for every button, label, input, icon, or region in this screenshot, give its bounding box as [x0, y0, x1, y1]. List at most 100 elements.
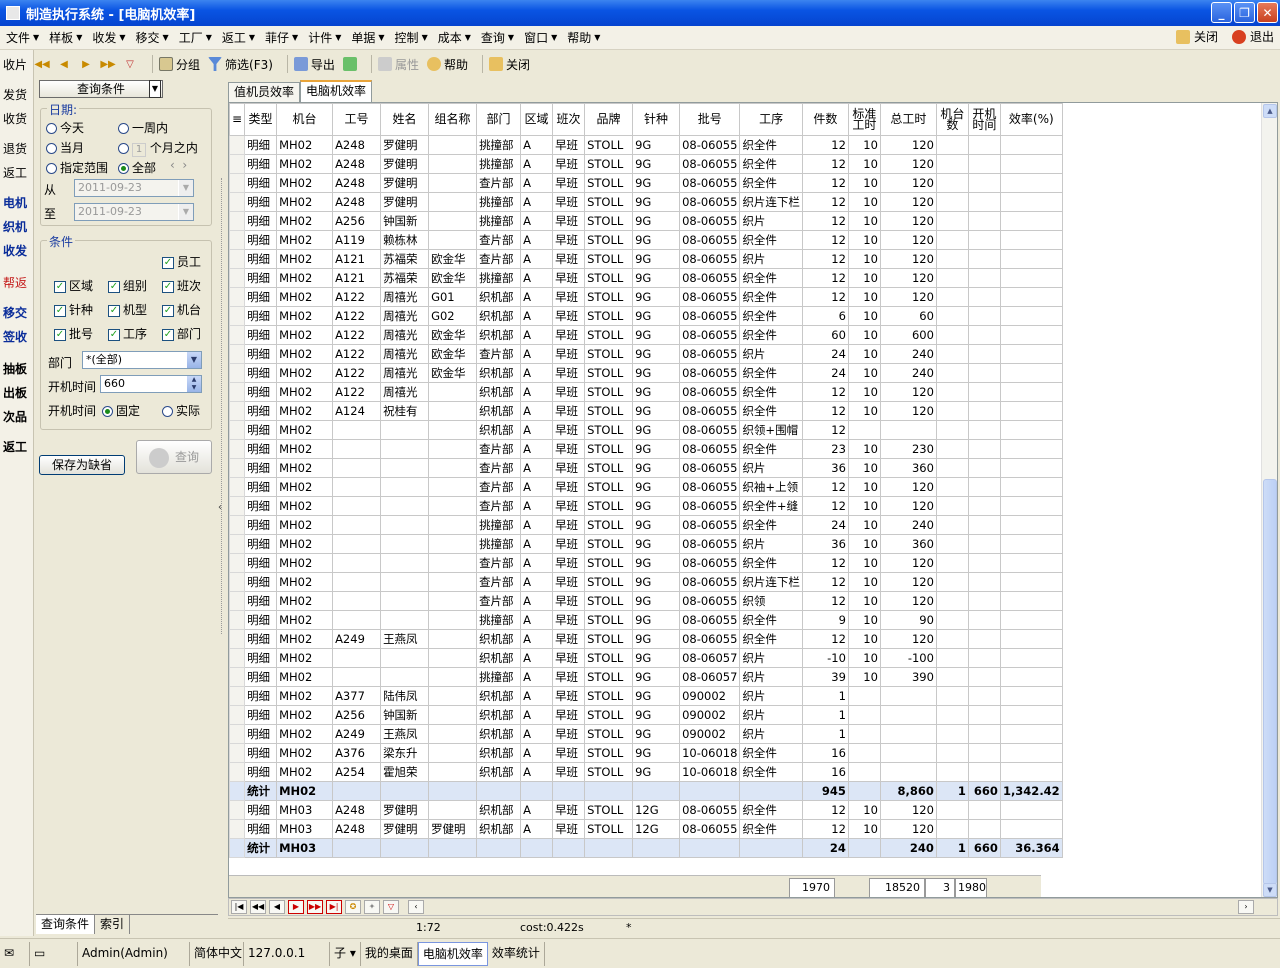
chevron-down-icon[interactable]: ▼ [149, 80, 161, 98]
row-selector[interactable] [229, 800, 246, 820]
row-selector[interactable] [229, 819, 246, 839]
row-selector[interactable] [229, 439, 246, 459]
row-selector[interactable] [229, 667, 246, 687]
nav-item-14[interactable]: 返工 [3, 438, 27, 455]
table-row[interactable]: 明细 MH02 A119 赖栋林 查片部 A 早班 STOLL 9G 08-06055 织全件 12 1… [229, 230, 1063, 250]
row-selector[interactable] [229, 173, 246, 193]
table-row[interactable]: 明细 MH02 A121 苏福荣 欧金华 挑撞部 A 早班 STOLL 9G 08-06055 织全件… [229, 268, 1063, 288]
check-batch[interactable]: ✓ 批号 [54, 325, 93, 342]
export-button[interactable]: 导出 [293, 54, 335, 74]
row-selector[interactable] [229, 477, 246, 497]
col-header-7[interactable]: 班次 [552, 103, 586, 136]
col-header-5[interactable]: 部门 [476, 103, 522, 136]
tab-query-condition[interactable]: 查询条件 [36, 915, 96, 934]
table-row[interactable]: 明细 MH02 A248 罗健明 查片部 A 早班 STOLL 9G 08-06055 织全件 12 1… [229, 173, 1063, 193]
check-machine[interactable]: ✓ 机台 [162, 301, 201, 318]
nav-goto-icon[interactable]: ✦ [364, 900, 380, 914]
table-row[interactable]: 明细 MH02 A256 钟国新 织机部 A 早班 STOLL 9G 090002 织片 1 [229, 705, 1063, 725]
col-header-12[interactable]: 件数 [801, 103, 849, 136]
row-selector[interactable] [229, 534, 246, 554]
col-header-8[interactable]: 品牌 [584, 103, 634, 136]
table-row[interactable]: 明细 MH02 A249 王燕凤 织机部 A 早班 STOLL 9G 08-06055 织全件 12 1… [229, 629, 1063, 649]
nav-item-0[interactable]: 收片 [3, 56, 27, 73]
table-row[interactable]: 明细 MH02 A256 钟国新 挑撞部 A 早班 STOLL 9G 08-06055 织片 12 10… [229, 211, 1063, 231]
table-row[interactable]: 明细 MH02 A254 霍旭荣 织机部 A 早班 STOLL 9G 10-06018 织全件 16 [229, 762, 1063, 782]
check-needle[interactable]: ✓ 针种 [54, 301, 93, 318]
check-process[interactable]: ✓ 工序 [108, 325, 147, 342]
nav-prev-icon[interactable]: ◀ [269, 900, 285, 914]
group-button[interactable]: 分组 [159, 54, 200, 74]
menu-8[interactable]: 单据 ▼ [347, 28, 388, 48]
table-row[interactable]: 统计 MH02 945 8,860 1 660 1,342.42 [229, 781, 1063, 801]
nav-next-icon[interactable]: ▶ [288, 900, 304, 914]
menu-close-button[interactable]: 关闭 [1175, 28, 1218, 45]
col-header-14[interactable]: 总工时 [879, 103, 937, 136]
table-row[interactable]: 明细 MH02 查片部 A 早班 STOLL 9G 08-06055 织全件 23 10 230 [229, 439, 1063, 459]
menu-3[interactable]: 移交 ▼ [132, 28, 173, 48]
table-row[interactable]: 明细 MH02 查片部 A 早班 STOLL 9G 08-06055 织袖+上领 12 10 120 [229, 477, 1063, 497]
check-area[interactable]: ✓ 区域 [54, 277, 93, 294]
col-header-0[interactable]: 类型 [244, 103, 278, 136]
nav-first-icon[interactable]: |◀ [231, 900, 247, 914]
table-row[interactable]: 明细 MH02 A248 罗健明 挑撞部 A 早班 STOLL 9G 08-06055 织全件 12 1… [229, 135, 1063, 155]
col-header-17[interactable]: 效率(%) [999, 103, 1063, 136]
table-row[interactable]: 明细 MH02 织机部 A 早班 STOLL 9G 08-06057 织片 -10 10 -100 [229, 648, 1063, 668]
help-button[interactable]: 帮助 [426, 54, 468, 74]
row-selector[interactable] [229, 344, 246, 364]
row-selector[interactable] [229, 249, 246, 269]
menu-0[interactable]: 文件 ▼ [2, 28, 43, 48]
table-row[interactable]: 明细 MH02 A121 苏福荣 欧金华 查片部 A 早班 STOLL 9G 08-06055 织片 1… [229, 249, 1063, 269]
nav-item-8[interactable]: 帮返 [3, 274, 27, 291]
table-row[interactable]: 明细 MH02 A376 梁东升 织机部 A 早班 STOLL 9G 10-06018 织全件 16 [229, 743, 1063, 763]
col-header-6[interactable]: 区域 [520, 103, 554, 136]
table-row[interactable]: 明细 MH03 A248 罗健明 织机部 A 早班 STOLL 12G 08-06055 织全件 12… [229, 800, 1063, 820]
row-selector[interactable] [229, 591, 246, 611]
row-selector[interactable] [229, 515, 246, 535]
search-button[interactable]: 查询 [136, 440, 212, 474]
radio-all[interactable]: 全部 [118, 159, 156, 176]
child-menu[interactable]: 子 ▾ [330, 941, 361, 966]
table-row[interactable]: 明细 MH02 A122 周禧光 G02 织机部 A 早班 STOLL 9G 08-06055 织全件… [229, 306, 1063, 326]
menu-12[interactable]: 窗口 ▼ [520, 28, 561, 48]
col-header-2[interactable]: 工号 [332, 103, 382, 136]
table-row[interactable]: 明细 MH02 挑撞部 A 早班 STOLL 9G 08-06057 织片 39 10 390 [229, 667, 1063, 687]
radio-week[interactable]: 一周内 [118, 119, 168, 136]
row-selector[interactable] [229, 686, 246, 706]
funnel-icon[interactable]: ▽ [124, 58, 136, 70]
nav-item-2[interactable]: 收货 [3, 110, 27, 127]
menu-exit-button[interactable]: 退出 [1231, 28, 1274, 45]
row-selector[interactable] [229, 458, 246, 478]
check-machine-type[interactable]: ✓ 机型 [108, 301, 147, 318]
mail-icon[interactable]: ✉ [0, 941, 30, 966]
vertical-scrollbar[interactable]: ▲ ▼ [1261, 103, 1277, 897]
row-selector[interactable] [229, 610, 246, 630]
row-selector[interactable] [229, 838, 246, 858]
last-record-icon[interactable]: ▶▶ [100, 58, 115, 70]
col-header-16[interactable]: 开机 时间 [967, 103, 1001, 136]
row-selector[interactable] [229, 420, 246, 440]
col-header-10[interactable]: 批号 [679, 103, 741, 136]
col-header-11[interactable]: 工序 [739, 103, 803, 136]
nav-bookmark-icon[interactable]: ✪ [345, 900, 361, 914]
prev-record-icon[interactable]: ◀ [58, 58, 70, 70]
nav-item-5[interactable]: 电机 [3, 194, 27, 211]
table-row[interactable]: 明细 MH02 挑撞部 A 早班 STOLL 9G 08-06055 织全件 9 10 90 [229, 610, 1063, 630]
scroll-thumb[interactable] [1263, 479, 1277, 885]
tab-index[interactable]: 索引 [95, 915, 131, 934]
radio-months[interactable]: 1 个月之内 [118, 139, 198, 157]
menu-1[interactable]: 样板 ▼ [45, 28, 86, 48]
next-record-icon[interactable]: ▶ [80, 58, 92, 70]
row-selector[interactable] [229, 192, 246, 212]
table-row[interactable]: 明细 MH02 挑撞部 A 早班 STOLL 9G 08-06055 织片 36 10 360 [229, 534, 1063, 554]
menu-4[interactable]: 工厂 ▼ [175, 28, 216, 48]
nav-item-9[interactable]: 移交 [3, 304, 27, 321]
table-row[interactable]: 明细 MH02 查片部 A 早班 STOLL 9G 08-06055 织片 36 10 360 [229, 458, 1063, 478]
radio-range[interactable]: 指定范围 [46, 159, 108, 176]
minimize-button[interactable]: _ [1211, 2, 1232, 23]
menu-2[interactable]: 收发 ▼ [88, 28, 129, 48]
radio-fixed[interactable]: 固定 [102, 402, 140, 419]
task-machine-efficiency[interactable]: 电脑机效率 [417, 941, 488, 966]
col-header-3[interactable]: 姓名 [380, 103, 430, 136]
table-row[interactable]: 明细 MH02 A122 周禧光 欧金华 织机部 A 早班 STOLL 9G 08-06055 织全件… [229, 363, 1063, 383]
row-selector[interactable] [229, 211, 246, 231]
